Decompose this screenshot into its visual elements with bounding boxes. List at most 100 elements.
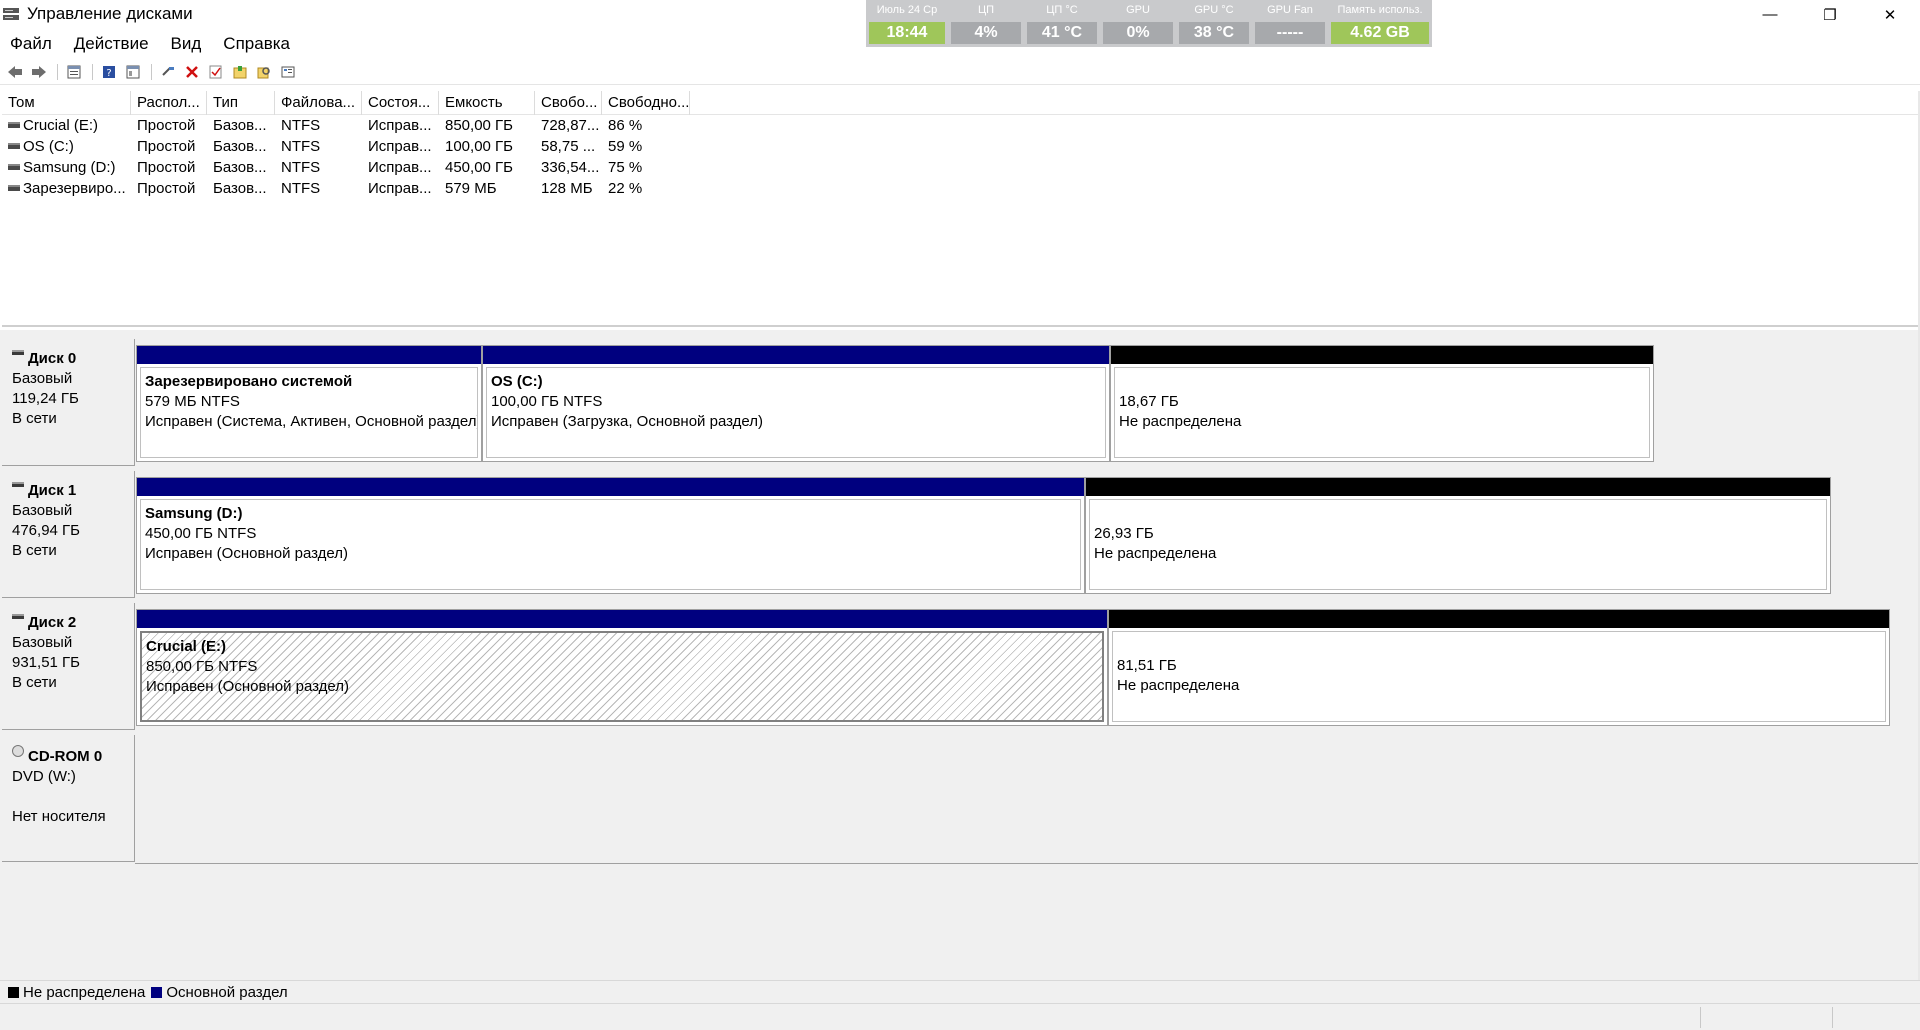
disk-1-label[interactable]: Диск 1 Базовый 476,94 ГБ В сети <box>2 471 135 598</box>
type-cell: Базов... <box>213 180 267 197</box>
legend-unallocated-label: Не распределена <box>23 983 146 1001</box>
disk-management-app-icon <box>3 8 19 20</box>
check-icon[interactable] <box>205 62 227 82</box>
delete-icon[interactable] <box>181 62 203 82</box>
filesystem-cell: NTFS <box>281 117 321 134</box>
connect-icon[interactable] <box>157 62 179 82</box>
volume-name: Зарезервиро... <box>23 180 126 197</box>
column-filesystem[interactable]: Файлова... <box>275 91 362 115</box>
hwmon-gpu-fan-value: ----- <box>1255 22 1325 44</box>
hwmon-gpu-temp-label: GPU °C <box>1194 4 1234 16</box>
table-row[interactable]: Зарезервиро... Простой Базов... NTFS Исп… <box>2 178 1918 199</box>
partition-unallocated[interactable]: 81,51 ГБ Не распределена <box>1108 609 1890 726</box>
unallocated-bar <box>1111 346 1653 364</box>
hwmon-cpu-temp-cell: ЦП °C 41 °C <box>1024 0 1100 47</box>
hwmon-date-cell: Июль 24 Ср 18:44 <box>866 0 948 47</box>
partition-body: 81,51 ГБ Не распределена <box>1112 631 1886 722</box>
partition-size: 81,51 ГБ <box>1117 657 1177 674</box>
partition-samsung-d[interactable]: Samsung (D:) 450,00 ГБ NTFS Исправен (Ос… <box>136 477 1085 594</box>
cdrom-name: CD-ROM 0 <box>28 748 103 765</box>
console-view-icon[interactable] <box>122 62 144 82</box>
percent-free-cell: 86 % <box>608 117 643 134</box>
capacity-cell: 850,00 ГБ <box>445 117 514 134</box>
column-free-space[interactable]: Свобо... <box>535 91 602 115</box>
disk-0-label[interactable]: Диск 0 Базовый 119,24 ГБ В сети <box>2 339 135 466</box>
menu-view[interactable]: Вид <box>160 34 213 54</box>
partition-size: 100,00 ГБ NTFS <box>491 393 603 410</box>
table-row[interactable]: OS (C:) Простой Базов... NTFS Исправ... … <box>2 136 1918 157</box>
restore-button[interactable]: ❐ <box>1800 0 1860 29</box>
disk-name: Диск 2 <box>28 614 77 631</box>
help-icon[interactable]: ? <box>98 62 120 82</box>
hardware-monitor-overlay: Июль 24 Ср 18:44 ЦП 4% ЦП °C 41 °C GPU 0… <box>866 0 1432 47</box>
column-layout[interactable]: Распол... <box>131 91 207 115</box>
hwmon-cpu-cell: ЦП 4% <box>948 0 1024 47</box>
volume-name-cell: Зарезервиро... <box>2 178 131 199</box>
partition-body: Samsung (D:) 450,00 ГБ NTFS Исправен (Ос… <box>140 499 1081 590</box>
partition-unallocated[interactable]: 18,67 ГБ Не распределена <box>1110 345 1654 462</box>
menu-help[interactable]: Справка <box>212 34 301 54</box>
legend: Не распределена Основной раздел <box>0 980 1920 1003</box>
table-row[interactable]: Samsung (D:) Простой Базов... NTFS Испра… <box>2 157 1918 178</box>
menu-action[interactable]: Действие <box>63 34 160 54</box>
free-space-cell: 728,87... <box>541 117 600 134</box>
column-capacity[interactable]: Емкость <box>439 91 535 115</box>
minimize-button[interactable]: — <box>1740 0 1800 29</box>
back-icon[interactable] <box>4 62 26 82</box>
partition-size: 850,00 ГБ NTFS <box>146 658 258 675</box>
disk-type: Базовый <box>12 370 73 387</box>
partition-reserved[interactable]: Зарезервировано системой 579 МБ NTFS Исп… <box>136 345 482 462</box>
partition-body: OS (C:) 100,00 ГБ NTFS Исправен (Загрузк… <box>486 367 1106 458</box>
legend-swatch-black <box>8 986 19 998</box>
free-space-cell: 58,75 ... <box>541 138 596 155</box>
percent-free-cell: 75 % <box>608 159 643 176</box>
search-icon[interactable] <box>253 62 275 82</box>
partition-os-c[interactable]: OS (C:) 100,00 ГБ NTFS Исправен (Загрузк… <box>482 345 1110 462</box>
status-bar <box>0 1003 1920 1030</box>
menu-file[interactable]: Файл <box>0 34 63 54</box>
menu-bar: Файл Действие Вид Справка <box>0 30 301 58</box>
layout-cell: Простой <box>137 180 196 197</box>
partition-body: 18,67 ГБ Не распределена <box>1114 367 1650 458</box>
partition-size: 450,00 ГБ NTFS <box>145 525 257 542</box>
primary-partition-bar <box>137 478 1084 496</box>
partition-status: Исправен (Основной раздел) <box>145 545 349 562</box>
close-button[interactable]: ✕ <box>1860 0 1920 29</box>
forward-icon[interactable] <box>28 62 50 82</box>
hwmon-memory-label: Память использ. <box>1337 4 1423 16</box>
column-volume[interactable]: Том <box>2 91 131 115</box>
legend-primary-label: Основной раздел <box>166 983 288 1001</box>
partition-body: Зарезервировано системой 579 МБ NTFS Исп… <box>140 367 478 458</box>
cdrom-0-label[interactable]: CD-ROM 0 DVD (W:) Нет носителя <box>2 735 135 862</box>
settings-icon[interactable] <box>277 62 299 82</box>
column-percent-free[interactable]: Свободно... <box>602 91 690 115</box>
status-cell: Исправ... <box>368 117 432 134</box>
cdrom-drive: DVD (W:) <box>12 768 76 785</box>
primary-partition-bar <box>137 346 481 364</box>
hwmon-gpu-cell: GPU 0% <box>1100 0 1176 47</box>
partition-crucial-e[interactable]: Crucial (E:) 850,00 ГБ NTFS Исправен (Ос… <box>136 609 1108 726</box>
hwmon-cpu-temp-label: ЦП °C <box>1046 4 1078 16</box>
disk-size: 119,24 ГБ <box>12 390 79 407</box>
toolbar-separator <box>151 64 152 80</box>
layout-cell: Простой <box>137 117 196 134</box>
partition-size: 579 МБ NTFS <box>145 393 240 410</box>
type-cell: Базов... <box>213 117 267 134</box>
divider <box>135 863 1920 864</box>
volume-list-header: Том Распол... Тип Файлова... Состоя... Е… <box>2 91 1918 115</box>
status-divider <box>1832 1007 1833 1028</box>
status-cell: Исправ... <box>368 159 432 176</box>
disk-2-label[interactable]: Диск 2 Базовый 931,51 ГБ В сети <box>2 603 135 730</box>
free-space-cell: 128 МБ <box>541 180 593 197</box>
primary-partition-bar <box>483 346 1109 364</box>
partition-unallocated[interactable]: 26,93 ГБ Не распределена <box>1085 477 1831 594</box>
new-volume-icon[interactable] <box>229 62 251 82</box>
properties-icon[interactable] <box>63 62 85 82</box>
hwmon-memory-cell: Память использ. 4.62 GB <box>1328 0 1432 47</box>
hwmon-time-value: 18:44 <box>869 22 945 44</box>
partition-name: Samsung (D:) <box>145 505 243 522</box>
column-status[interactable]: Состоя... <box>362 91 439 115</box>
column-type[interactable]: Тип <box>207 91 275 115</box>
table-row[interactable]: Crucial (E:) Простой Базов... NTFS Испра… <box>2 115 1918 136</box>
disk-management-window: Управление дисками — ❐ ✕ Июль 24 Ср 18:4… <box>0 0 1920 1030</box>
